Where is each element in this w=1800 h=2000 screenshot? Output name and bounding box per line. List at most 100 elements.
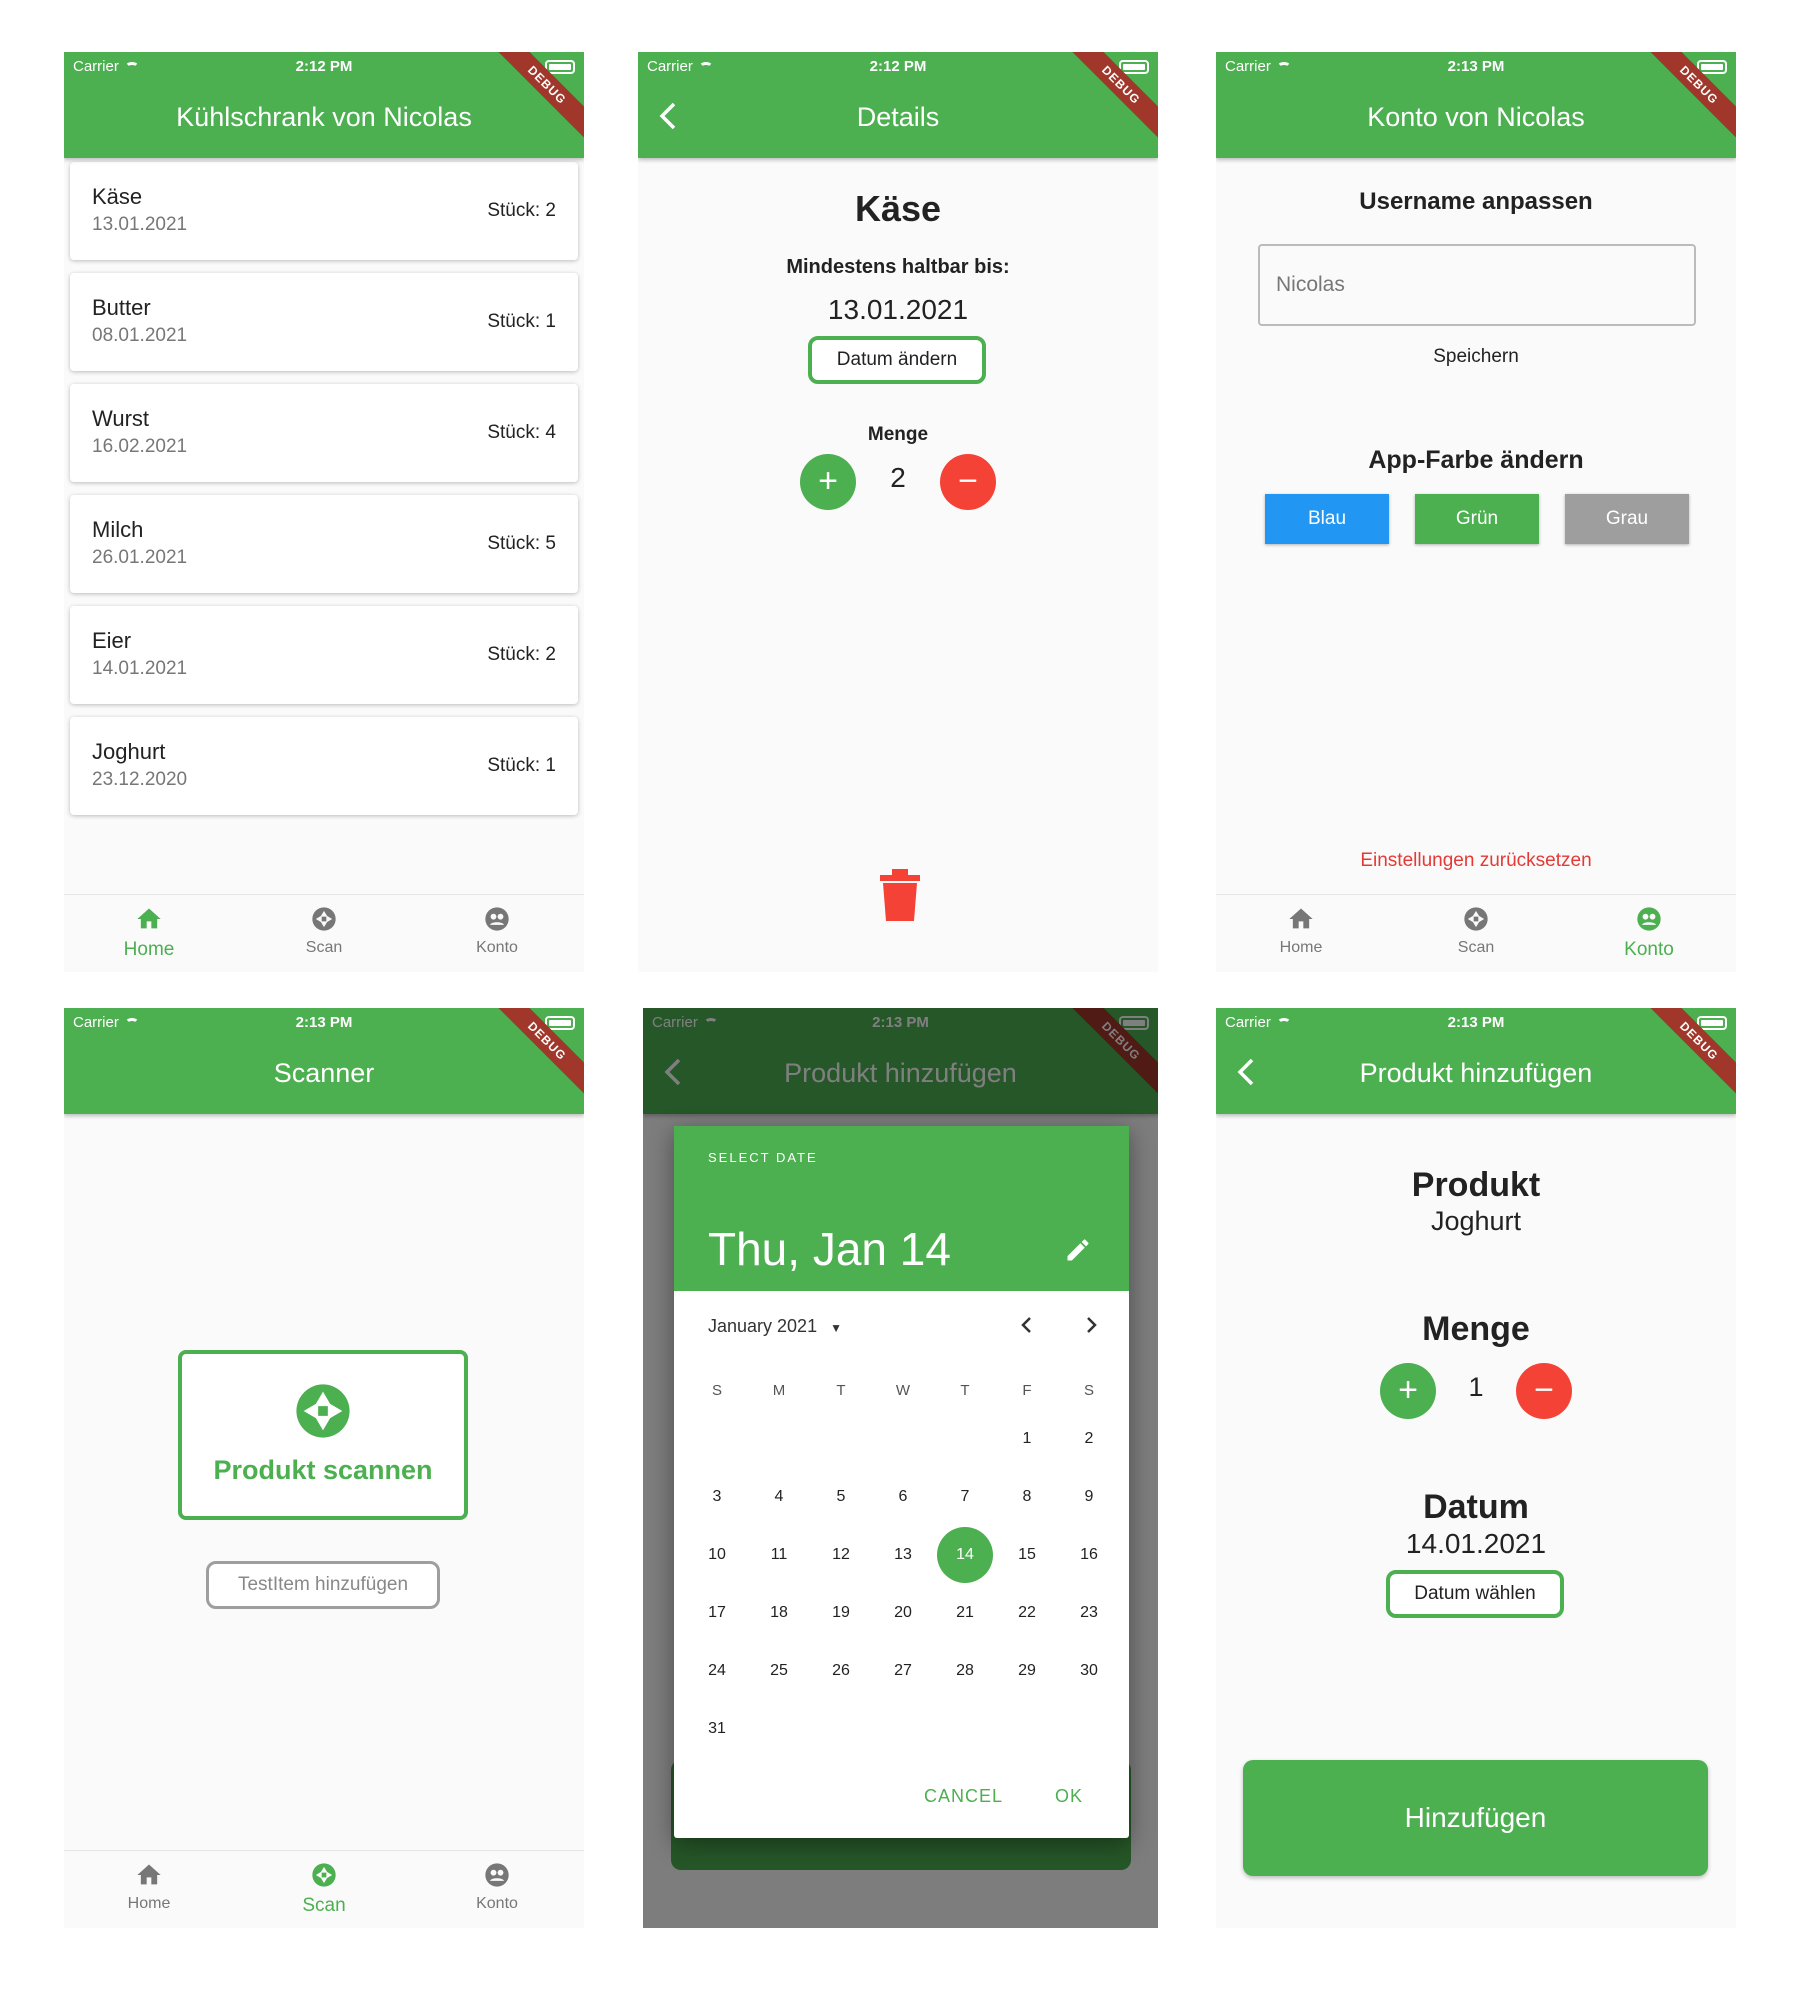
calendar-day[interactable]: 26 — [810, 1642, 872, 1700]
add-test-item-button[interactable]: TestItem hinzufügen — [206, 1561, 440, 1609]
calendar-day[interactable]: 20 — [872, 1584, 934, 1642]
nav-scan[interactable]: Scan — [264, 905, 384, 957]
color-green-button[interactable]: Grün — [1415, 494, 1539, 544]
weekday-row: SMTWTFS — [686, 1382, 1120, 1399]
save-button[interactable]: Speichern — [1216, 346, 1736, 368]
calendar-day[interactable]: 21 — [934, 1584, 996, 1642]
color-blue-button[interactable]: Blau — [1265, 494, 1389, 544]
calendar-empty-cell — [748, 1700, 810, 1758]
calendar-empty-cell — [1058, 1700, 1120, 1758]
change-date-button[interactable]: Datum ändern — [808, 336, 986, 384]
cancel-button[interactable]: CANCEL — [924, 1786, 1003, 1807]
nav-scan-label: Scan — [302, 1895, 346, 1916]
scan-product-button[interactable]: Produkt scannen — [178, 1350, 468, 1520]
nav-home[interactable]: Home — [1241, 905, 1361, 957]
status-bar: Carrier 2:13 PM — [1225, 58, 1727, 78]
calendar-day[interactable]: 8 — [996, 1468, 1058, 1526]
chevron-right-icon[interactable] — [1080, 1314, 1102, 1336]
calendar-day[interactable]: 3 — [686, 1468, 748, 1526]
item-date: 26.01.2021 — [92, 547, 188, 568]
calendar-day-number: 28 — [956, 1662, 974, 1679]
nav-konto[interactable]: Konto — [1589, 905, 1709, 961]
calendar-day[interactable]: 14 — [934, 1526, 996, 1584]
decrease-button[interactable]: − — [1516, 1363, 1572, 1419]
weekday-label: M — [772, 1382, 786, 1399]
calendar-day[interactable]: 22 — [996, 1584, 1058, 1642]
fridge-item-card[interactable]: Joghurt 23.12.2020 Stück: 1 — [70, 717, 578, 815]
calendar-day-number: 10 — [708, 1546, 726, 1563]
calendar-day[interactable]: 30 — [1058, 1642, 1120, 1700]
date-value: 14.01.2021 — [1405, 1528, 1547, 1559]
nav-home[interactable]: Home — [89, 905, 209, 961]
fridge-item-card[interactable]: Eier 14.01.2021 Stück: 2 — [70, 606, 578, 704]
weekday-label: T — [836, 1382, 846, 1399]
calendar-day-number: 20 — [894, 1604, 912, 1621]
calendar-day[interactable]: 15 — [996, 1526, 1058, 1584]
fridge-item-card[interactable]: Milch 26.01.2021 Stück: 5 — [70, 495, 578, 593]
home-icon — [137, 1864, 161, 1885]
calendar-day[interactable]: 6 — [872, 1468, 934, 1526]
dropdown-arrow-icon: ▼ — [830, 1321, 842, 1335]
nav-home[interactable]: Home — [89, 1861, 209, 1913]
color-grey-button[interactable]: Grau — [1565, 494, 1689, 544]
reset-settings-button[interactable]: Einstellungen zurücksetzen — [1216, 850, 1736, 872]
account-icon — [1637, 907, 1661, 931]
fridge-item-card[interactable]: Wurst 16.02.2021 Stück: 4 — [70, 384, 578, 482]
ok-button[interactable]: OK — [1055, 1786, 1083, 1807]
calendar-day[interactable]: 18 — [748, 1584, 810, 1642]
item-name: Milch — [92, 517, 144, 542]
calendar-day[interactable]: 1 — [996, 1410, 1058, 1468]
nav-scan[interactable]: Scan — [1416, 905, 1536, 957]
add-button[interactable]: Hinzufügen — [1243, 1760, 1708, 1876]
calendar-day[interactable]: 10 — [686, 1526, 748, 1584]
calendar-day-number: 12 — [832, 1546, 850, 1563]
calendar-day[interactable]: 25 — [748, 1642, 810, 1700]
calendar-day[interactable]: 7 — [934, 1468, 996, 1526]
calendar-day-number: 29 — [1018, 1662, 1036, 1679]
calendar-day[interactable]: 31 — [686, 1700, 748, 1758]
calendar-day-number: 19 — [832, 1604, 850, 1621]
nav-scan[interactable]: Scan — [264, 1861, 384, 1917]
day-grid: 1 2 3 4 5 6 7 8 9 10 11 12 13 14 15 16 17 18 19 20 21 22 23 24 2… — [686, 1410, 1120, 1758]
edit-pencil-icon[interactable] — [1064, 1236, 1092, 1264]
calendar-day[interactable]: 12 — [810, 1526, 872, 1584]
item-name: Eier — [92, 628, 132, 653]
page-title: Details — [856, 102, 940, 132]
calendar-day[interactable]: 28 — [934, 1642, 996, 1700]
calendar-day[interactable]: 23 — [1058, 1584, 1120, 1642]
fridge-item-card[interactable]: Butter 08.01.2021 Stück: 1 — [70, 273, 578, 371]
product-name: Käse — [854, 188, 942, 229]
delete-trash-icon[interactable] — [878, 867, 922, 923]
item-name: Butter — [92, 295, 151, 320]
username-input[interactable] — [1258, 244, 1696, 326]
calendar-day[interactable]: 2 — [1058, 1410, 1120, 1468]
calendar-day[interactable]: 13 — [872, 1526, 934, 1584]
calendar-empty-cell — [810, 1410, 872, 1468]
calendar-day[interactable]: 9 — [1058, 1468, 1120, 1526]
choose-date-button[interactable]: Datum wählen — [1386, 1570, 1564, 1618]
calendar-day-number: 31 — [708, 1720, 726, 1737]
calendar-day[interactable]: 16 — [1058, 1526, 1120, 1584]
calendar-day[interactable]: 11 — [748, 1526, 810, 1584]
date-picker-dialog: SELECT DATE Thu, Jan 14 January 2021 ▼ S… — [674, 1126, 1129, 1838]
calendar-day-number: 15 — [1018, 1546, 1036, 1563]
nav-konto[interactable]: Konto — [437, 905, 557, 957]
calendar-day[interactable]: 5 — [810, 1468, 872, 1526]
calendar-day[interactable]: 24 — [686, 1642, 748, 1700]
calendar-day-number: 7 — [960, 1488, 970, 1505]
chevron-left-icon[interactable] — [1016, 1314, 1038, 1336]
decrease-button[interactable]: − — [940, 454, 996, 510]
calendar-week: 10 11 12 13 14 15 16 — [686, 1526, 1120, 1584]
month-dropdown[interactable]: January 2021 ▼ — [708, 1316, 842, 1337]
calendar-day[interactable]: 27 — [872, 1642, 934, 1700]
calendar-day[interactable]: 19 — [810, 1584, 872, 1642]
calendar-day[interactable]: 29 — [996, 1642, 1058, 1700]
calendar-day[interactable]: 17 — [686, 1584, 748, 1642]
camera-shutter-icon — [1464, 907, 1488, 931]
calendar-day-number: 18 — [770, 1604, 788, 1621]
nav-konto[interactable]: Konto — [437, 1861, 557, 1913]
fridge-item-card[interactable]: Käse 13.01.2021 Stück: 2 — [70, 162, 578, 260]
calendar-empty-cell — [934, 1410, 996, 1468]
home-icon — [1289, 908, 1313, 929]
calendar-day[interactable]: 4 — [748, 1468, 810, 1526]
